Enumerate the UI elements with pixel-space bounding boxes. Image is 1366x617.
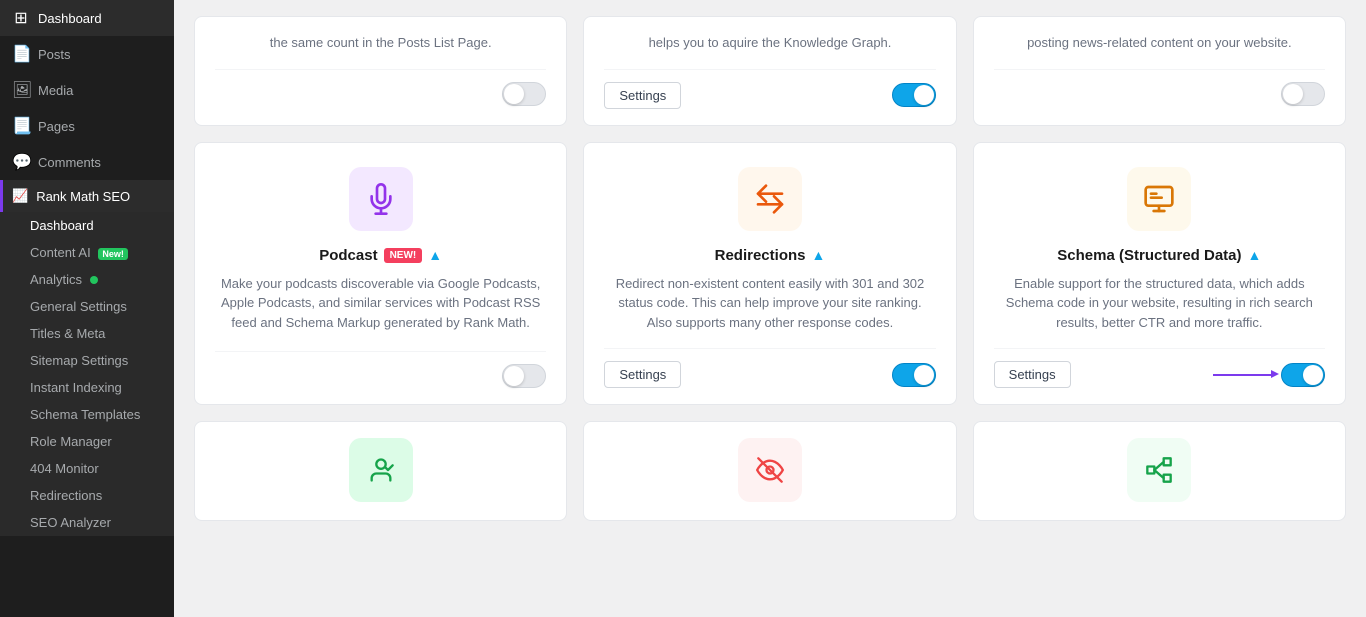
podcast-toggle[interactable] bbox=[502, 364, 546, 388]
bottom-icon-2 bbox=[756, 456, 784, 484]
top-card-3-footer bbox=[994, 69, 1325, 106]
schema-purple-arrow bbox=[1213, 374, 1273, 376]
redirections-footer: Settings bbox=[604, 348, 935, 388]
redirections-chevron: ▲ bbox=[811, 247, 825, 263]
schema-footer: Settings bbox=[994, 348, 1325, 388]
schema-arrow-group bbox=[1213, 363, 1325, 387]
top-card-1-desc: the same count in the Posts List Page. bbox=[270, 17, 492, 53]
top-card-3: posting news-related content on your web… bbox=[973, 16, 1346, 126]
submenu-dashboard[interactable]: Dashboard bbox=[0, 212, 174, 239]
podcast-new-badge: NEW! bbox=[384, 248, 423, 263]
schema-desc: Enable support for the structured data, … bbox=[994, 274, 1325, 333]
sidebar-label-rank-math: Rank Math SEO bbox=[36, 189, 130, 204]
bottom-icon-2-wrap bbox=[738, 438, 802, 502]
podcast-icon-wrap bbox=[349, 167, 413, 231]
sidebar-item-rank-math-seo[interactable]: 📈 Rank Math SEO bbox=[0, 180, 174, 212]
podcast-title: Podcast NEW! ▲ bbox=[319, 247, 442, 264]
sidebar-label-comments: Comments bbox=[38, 155, 101, 170]
top-card-3-desc: posting news-related content on your web… bbox=[1027, 17, 1292, 53]
schema-title-text: Schema (Structured Data) bbox=[1057, 247, 1241, 264]
bottom-card-3 bbox=[973, 421, 1346, 521]
redirections-icon bbox=[754, 183, 786, 215]
submenu-404-monitor[interactable]: 404 Monitor bbox=[0, 455, 174, 482]
redirections-title: Redirections ▲ bbox=[715, 247, 826, 264]
submenu-seo-analyzer[interactable]: SEO Analyzer bbox=[0, 509, 174, 536]
module-card-schema: Schema (Structured Data) ▲ Enable suppor… bbox=[973, 142, 1346, 406]
module-card-podcast: Podcast NEW! ▲ Make your podcasts discov… bbox=[194, 142, 567, 406]
sidebar-item-dashboard[interactable]: ⊞ Dashboard bbox=[0, 0, 174, 36]
redirections-toggle[interactable] bbox=[892, 363, 936, 387]
bottom-icon-1-wrap bbox=[349, 438, 413, 502]
submenu-redirections[interactable]: Redirections bbox=[0, 482, 174, 509]
bottom-card-2 bbox=[583, 421, 956, 521]
sidebar-item-comments[interactable]: 💬 Comments bbox=[0, 144, 174, 180]
submenu-analytics[interactable]: Analytics bbox=[0, 266, 174, 293]
sidebar-label-posts: Posts bbox=[38, 47, 71, 62]
submenu-role-manager[interactable]: Role Manager bbox=[0, 428, 174, 455]
redirections-settings-btn[interactable]: Settings bbox=[604, 361, 681, 388]
sidebar-item-media[interactable]: 🖼 Media bbox=[0, 72, 174, 108]
submenu-instant-indexing[interactable]: Instant Indexing bbox=[0, 374, 174, 401]
module-card-redirections: Redirections ▲ Redirect non-existent con… bbox=[583, 142, 956, 406]
top-card-3-toggle[interactable] bbox=[1281, 82, 1325, 106]
redirections-desc: Redirect non-existent content easily wit… bbox=[604, 274, 935, 333]
top-card-1: the same count in the Posts List Page. bbox=[194, 16, 567, 126]
rank-math-submenu: Dashboard Content AI New! Analytics Gene… bbox=[0, 212, 174, 536]
podcast-chevron: ▲ bbox=[428, 247, 442, 263]
schema-settings-btn[interactable]: Settings bbox=[994, 361, 1071, 388]
top-card-1-footer bbox=[215, 69, 546, 106]
redirections-icon-wrap bbox=[738, 167, 802, 231]
analytics-dot bbox=[90, 276, 98, 284]
bottom-modules-row bbox=[174, 421, 1366, 537]
submenu-sitemap-settings[interactable]: Sitemap Settings bbox=[0, 347, 174, 374]
podcast-title-text: Podcast bbox=[319, 247, 377, 264]
pages-icon: 📃 bbox=[12, 116, 30, 136]
rank-math-icon: 📈 bbox=[12, 188, 28, 204]
bottom-icon-1 bbox=[367, 456, 395, 484]
schema-title: Schema (Structured Data) ▲ bbox=[1057, 247, 1261, 264]
schema-icon bbox=[1143, 183, 1175, 215]
media-icon: 🖼 bbox=[12, 80, 30, 100]
modules-grid: Podcast NEW! ▲ Make your podcasts discov… bbox=[174, 126, 1366, 422]
bottom-card-1 bbox=[194, 421, 567, 521]
submenu-general-settings[interactable]: General Settings bbox=[0, 293, 174, 320]
podcast-footer bbox=[215, 351, 546, 388]
redirections-title-text: Redirections bbox=[715, 247, 806, 264]
top-cards-row: the same count in the Posts List Page. h… bbox=[174, 0, 1366, 126]
schema-icon-wrap bbox=[1127, 167, 1191, 231]
submenu-content-ai[interactable]: Content AI New! bbox=[0, 239, 174, 266]
posts-icon: 📄 bbox=[12, 44, 30, 64]
top-card-1-toggle[interactable] bbox=[502, 82, 546, 106]
top-card-2-toggle[interactable] bbox=[892, 83, 936, 107]
schema-chevron: ▲ bbox=[1248, 247, 1262, 263]
sidebar-item-posts[interactable]: 📄 Posts bbox=[0, 36, 174, 72]
sidebar-label-dashboard: Dashboard bbox=[38, 11, 102, 26]
sidebar-label-pages: Pages bbox=[38, 119, 75, 134]
sidebar-label-media: Media bbox=[38, 83, 73, 98]
top-card-2-settings-btn[interactable]: Settings bbox=[604, 82, 681, 109]
dashboard-icon: ⊞ bbox=[12, 8, 30, 28]
top-card-2-footer: Settings bbox=[604, 69, 935, 109]
comments-icon: 💬 bbox=[12, 152, 30, 172]
main-content: the same count in the Posts List Page. h… bbox=[174, 0, 1366, 617]
podcast-desc: Make your podcasts discoverable via Goog… bbox=[215, 274, 546, 336]
top-card-2: helps you to aquire the Knowledge Graph.… bbox=[583, 16, 956, 126]
sidebar: ⊞ Dashboard 📄 Posts 🖼 Media 📃 Pages 💬 Co… bbox=[0, 0, 174, 617]
schema-toggle[interactable] bbox=[1281, 363, 1325, 387]
top-card-2-desc: helps you to aquire the Knowledge Graph. bbox=[649, 17, 892, 53]
sidebar-item-pages[interactable]: 📃 Pages bbox=[0, 108, 174, 144]
podcast-icon bbox=[365, 183, 397, 215]
bottom-icon-3 bbox=[1145, 456, 1173, 484]
submenu-titles-meta[interactable]: Titles & Meta bbox=[0, 320, 174, 347]
submenu-schema-templates[interactable]: Schema Templates bbox=[0, 401, 174, 428]
content-ai-new-badge: New! bbox=[98, 248, 128, 260]
bottom-icon-3-wrap bbox=[1127, 438, 1191, 502]
